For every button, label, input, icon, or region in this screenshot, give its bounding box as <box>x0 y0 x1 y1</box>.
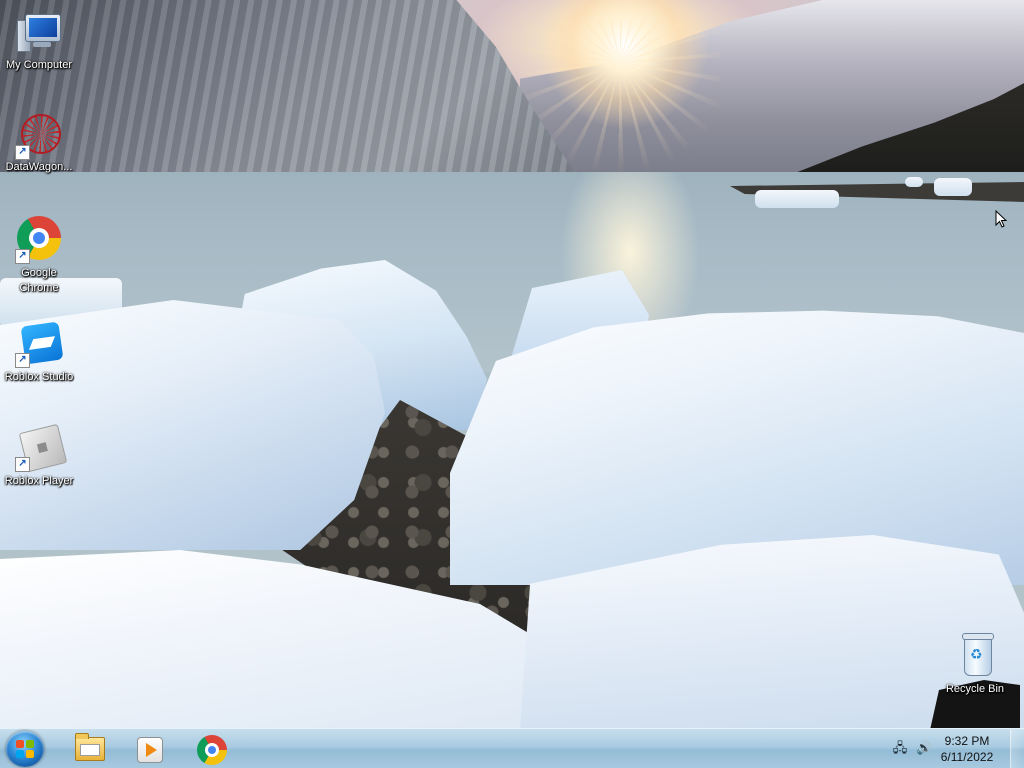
windows-logo-icon <box>16 740 34 758</box>
desktop-icon-label: DataWagon... <box>5 161 73 173</box>
desktop-icon-label: Google Chrome <box>19 267 59 294</box>
roblox-player-icon: ↗ <box>15 423 68 473</box>
taskbar-explorer-button[interactable] <box>60 731 116 767</box>
desktop-icon-label: Recycle Bin <box>945 683 1005 695</box>
desktop-icon-label: Roblox Studio <box>4 371 74 383</box>
desktop-icon-label: My Computer <box>5 59 73 71</box>
clock[interactable]: 9:32 PM 6/11/2022 <box>932 733 1002 765</box>
shortcut-arrow-icon: ↗ <box>15 353 30 368</box>
clock-date: 6/11/2022 <box>940 750 994 764</box>
wallpaper-ice-floe <box>934 178 972 196</box>
desktop-icon-my-computer[interactable]: My Computer <box>1 10 77 73</box>
clock-time: 9:32 PM <box>944 734 990 748</box>
network-icon[interactable]: 🖧 <box>892 741 908 757</box>
desktop-icon-roblox-player[interactable]: ↗ Roblox Player <box>1 423 77 489</box>
shortcut-arrow-icon: ↗ <box>15 249 30 264</box>
media-player-icon <box>137 737 163 763</box>
datawagon-icon: ↗ <box>15 112 63 160</box>
shortcut-arrow-icon: ↗ <box>15 457 30 472</box>
desktop-wallpaper <box>0 0 1024 728</box>
taskbar-chrome-button[interactable] <box>184 731 240 767</box>
show-desktop-button[interactable] <box>1010 729 1024 768</box>
taskbar-media-player-button[interactable] <box>121 731 177 767</box>
wallpaper-ice-floe <box>905 177 923 187</box>
chrome-icon: ↗ <box>15 216 63 264</box>
roblox-studio-icon: ↗ <box>15 320 64 368</box>
computer-icon <box>15 10 63 58</box>
folder-icon <box>75 733 105 761</box>
start-button[interactable] <box>6 731 44 767</box>
desktop-icon-roblox-studio[interactable]: ↗ Roblox Studio <box>1 320 77 385</box>
desktop-icon-recycle-bin[interactable]: Recycle Bin <box>937 632 1013 697</box>
volume-icon[interactable]: 🔊 <box>916 741 932 757</box>
mouse-cursor-icon <box>995 210 1007 228</box>
chrome-icon <box>197 735 227 765</box>
wallpaper-ice-floe <box>755 190 839 208</box>
taskbar: 🖧 🔊 9:32 PM 6/11/2022 <box>0 728 1024 768</box>
desktop-icon-datawagon[interactable]: ↗ DataWagon... <box>1 112 77 175</box>
desktop-icon-label: Roblox Player <box>4 475 74 487</box>
recycle-bin-icon <box>951 632 999 680</box>
desktop-icon-google-chrome[interactable]: ↗ Google Chrome <box>1 216 77 296</box>
shortcut-arrow-icon: ↗ <box>15 145 30 160</box>
system-tray: 🖧 🔊 9:32 PM 6/11/2022 <box>884 729 1024 768</box>
